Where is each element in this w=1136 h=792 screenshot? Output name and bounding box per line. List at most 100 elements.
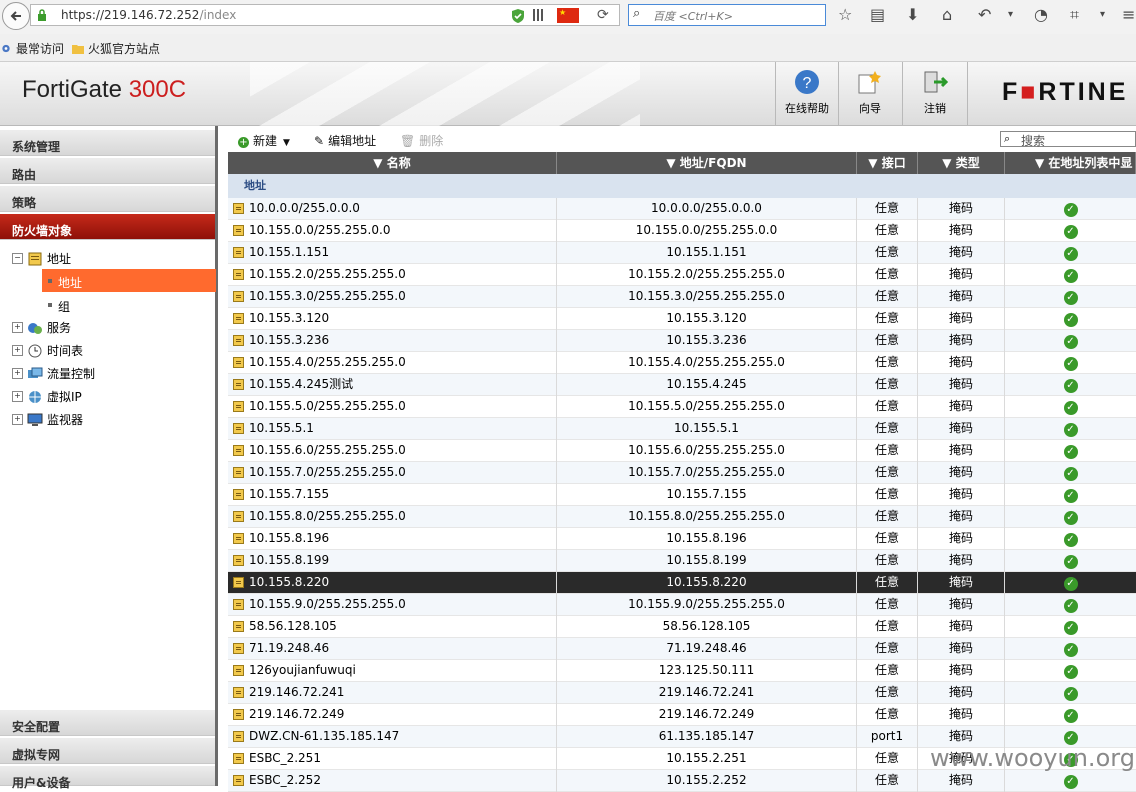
reload-icon[interactable]: ⟳ — [597, 7, 609, 23]
qrcode-icon[interactable] — [533, 9, 545, 21]
cell-name: 10.155.4.0/255.255.255.0 — [228, 352, 557, 374]
expand-icon[interactable]: + — [12, 345, 23, 356]
column-header-interface[interactable]: ▼ 接口 — [857, 152, 918, 174]
leaf-label: 组 — [58, 300, 71, 314]
tree-item-traffic-shaping[interactable]: + 流量控制 — [12, 365, 95, 382]
tree-item-schedule[interactable]: + 时间表 — [12, 342, 83, 359]
logout-button[interactable]: 注销 — [902, 62, 968, 126]
tree-item-monitor[interactable]: + 监视器 — [12, 411, 83, 428]
column-header-type[interactable]: ▼ 类型 — [918, 152, 1005, 174]
bookmark-star-icon[interactable]: ☆ — [838, 5, 852, 24]
table-row[interactable]: 10.155.0.0/255.255.0.0 10.155.0.0/255.255… — [228, 220, 1136, 242]
table-row[interactable]: 10.155.7.0/255.255.255.0 10.155.7.0/255.2… — [228, 462, 1136, 484]
table-row[interactable]: 219.146.72.241 219.146.72.241 任意 掩码 ✓ — [228, 682, 1136, 704]
sidebar-category-policy[interactable]: 策略 — [0, 186, 215, 212]
column-header-visible[interactable]: ▼ 在地址列表中显 — [1005, 152, 1136, 174]
column-header-address[interactable]: ▼ 地址/FQDN — [557, 152, 857, 174]
browser-search-box[interactable]: ⌕ 百度 <Ctrl+K> — [628, 4, 826, 26]
table-row[interactable]: 10.155.8.220 10.155.8.220 任意 掩码 ✓ — [228, 572, 1136, 594]
filter-icon[interactable]: ▼ — [868, 156, 881, 170]
table-row[interactable]: 10.155.3.236 10.155.3.236 任意 掩码 ✓ — [228, 330, 1136, 352]
table-row[interactable]: 126youjianfuwuqi 123.125.50.111 任意 掩码 ✓ — [228, 660, 1136, 682]
table-row[interactable]: 71.19.248.46 71.19.248.46 任意 掩码 ✓ — [228, 638, 1136, 660]
table-row[interactable]: 10.155.3.0/255.255.255.0 10.155.3.0/255.2… — [228, 286, 1136, 308]
table-row[interactable]: 58.56.128.105 58.56.128.105 任意 掩码 ✓ — [228, 616, 1136, 638]
table-row[interactable]: ESBC_2.252 10.155.2.252 任意 掩码 ✓ — [228, 770, 1136, 792]
shield-icon[interactable] — [511, 8, 525, 24]
table-row[interactable]: 10.155.4.0/255.255.255.0 10.155.4.0/255.2… — [228, 352, 1136, 374]
cell-visible: ✓ — [1005, 572, 1136, 594]
palette-icon[interactable]: ◔ — [1034, 5, 1048, 24]
cell-interface: 任意 — [857, 506, 918, 528]
column-header-name[interactable]: ▼ 名称 — [228, 152, 557, 174]
table-row[interactable]: 10.155.1.151 10.155.1.151 任意 掩码 ✓ — [228, 242, 1136, 264]
create-new-button[interactable]: + 新建 ▼ — [238, 132, 290, 149]
table-row[interactable]: 10.155.4.245测试 10.155.4.245 任意 掩码 ✓ — [228, 374, 1136, 396]
filter-icon[interactable]: ▼ — [373, 156, 386, 170]
menu-icon[interactable]: ≡ — [1122, 5, 1135, 24]
expand-icon[interactable]: + — [12, 368, 23, 379]
tree-item-services[interactable]: + 服务 — [12, 319, 71, 336]
tree-item-label: 流量控制 — [47, 367, 96, 381]
sidebar-category-firewall-objects[interactable]: 防火墙对象 — [0, 214, 215, 240]
tree-leaf-group[interactable]: 组 — [42, 293, 216, 316]
china-flag-icon[interactable]: ★ — [557, 8, 579, 23]
expand-icon[interactable]: + — [12, 322, 23, 333]
browser-nav-bar: https://219.146.72.252/index ★ ⟳ ⌕ 百度 <C… — [0, 0, 1136, 34]
table-row[interactable]: 10.155.8.0/255.255.255.0 10.155.8.0/255.2… — [228, 506, 1136, 528]
dropdown-icon[interactable]: ▾ — [1008, 9, 1013, 20]
sidebar-category-security-profiles[interactable]: 安全配置 — [0, 710, 215, 736]
home-icon[interactable]: ⌂ — [942, 5, 952, 24]
grid-search-input[interactable]: ⌕ 搜索 — [1000, 131, 1136, 148]
sidebar-category-routing[interactable]: 路由 — [0, 158, 215, 184]
table-row[interactable]: 10.155.7.155 10.155.7.155 任意 掩码 ✓ — [228, 484, 1136, 506]
cell-name: 10.155.7.0/255.255.255.0 — [228, 462, 557, 484]
cell-name-text: 10.155.4.245测试 — [249, 377, 354, 391]
reading-list-icon[interactable]: ▤ — [870, 5, 885, 24]
delete-button[interactable]: 🗑 删除 — [400, 132, 443, 149]
filter-icon[interactable]: ▼ — [666, 156, 679, 170]
table-row[interactable]: 10.155.8.196 10.155.8.196 任意 掩码 ✓ — [228, 528, 1136, 550]
expand-icon[interactable]: + — [12, 414, 23, 425]
table-row[interactable]: 10.155.2.0/255.255.255.0 10.155.2.0/255.2… — [228, 264, 1136, 286]
sidebar-category-vpn[interactable]: 虚拟专网 — [0, 738, 215, 764]
table-row[interactable]: 10.155.5.0/255.255.255.0 10.155.5.0/255.2… — [228, 396, 1136, 418]
cell-interface: 任意 — [857, 440, 918, 462]
cell-address: 10.155.7.0/255.255.255.0 — [557, 462, 857, 484]
expand-icon[interactable]: + — [12, 391, 23, 402]
tree-item-address[interactable]: − 地址 — [12, 250, 71, 267]
tree-leaf-address[interactable]: 地址 — [42, 269, 216, 292]
cell-address: 10.155.9.0/255.255.255.0 — [557, 594, 857, 616]
table-row[interactable]: 10.155.5.1 10.155.5.1 任意 掩码 ✓ — [228, 418, 1136, 440]
bookmark-firefox-site[interactable]: 火狐官方站点 — [72, 40, 160, 57]
table-row[interactable]: 10.155.6.0/255.255.255.0 10.155.6.0/255.2… — [228, 440, 1136, 462]
wizard-button[interactable]: 向导 — [838, 62, 901, 126]
sidebar-category-system[interactable]: 系统管理 — [0, 130, 215, 156]
table-row[interactable]: 10.155.3.120 10.155.3.120 任意 掩码 ✓ — [228, 308, 1136, 330]
table-row[interactable]: 10.155.8.199 10.155.8.199 任意 掩码 ✓ — [228, 550, 1136, 572]
table-row[interactable]: 10.0.0.0/255.0.0.0 10.0.0.0/255.0.0.0 任意 掩码… — [228, 198, 1136, 220]
undo-icon[interactable]: ↶ — [978, 5, 991, 24]
cell-interface: 任意 — [857, 264, 918, 286]
check-icon: ✓ — [1063, 445, 1078, 459]
bookmark-most-visited[interactable]: 最常访问 — [0, 40, 64, 57]
cell-interface: 任意 — [857, 484, 918, 506]
collapse-icon[interactable]: − — [12, 253, 23, 264]
cell-address: 10.155.4.245 — [557, 374, 857, 396]
back-button[interactable] — [2, 2, 30, 30]
url-bar[interactable]: https://219.146.72.252/index ★ ⟳ — [30, 4, 620, 26]
online-help-button[interactable]: ? 在线帮助 — [775, 62, 838, 126]
crop-icon[interactable]: ⌗ — [1070, 5, 1079, 25]
download-icon[interactable]: ⬇ — [906, 5, 919, 24]
sidebar-category-user-device[interactable]: 用户&设备 — [0, 766, 215, 790]
cell-address: 10.155.8.199 — [557, 550, 857, 572]
bookmark-label: 火狐官方站点 — [88, 42, 161, 56]
table-row[interactable]: 10.155.9.0/255.255.255.0 10.155.9.0/255.2… — [228, 594, 1136, 616]
filter-icon[interactable]: ▼ — [1035, 156, 1048, 170]
table-row[interactable]: 219.146.72.249 219.146.72.249 任意 掩码 ✓ — [228, 704, 1136, 726]
dropdown-icon-2[interactable]: ▾ — [1100, 9, 1105, 20]
edit-address-button[interactable]: ✎ 编辑地址 — [314, 132, 376, 149]
filter-icon[interactable]: ▼ — [942, 156, 955, 170]
tree-item-virtual-ip[interactable]: + 虚拟IP — [12, 388, 82, 405]
cell-visible: ✓ — [1005, 330, 1136, 352]
